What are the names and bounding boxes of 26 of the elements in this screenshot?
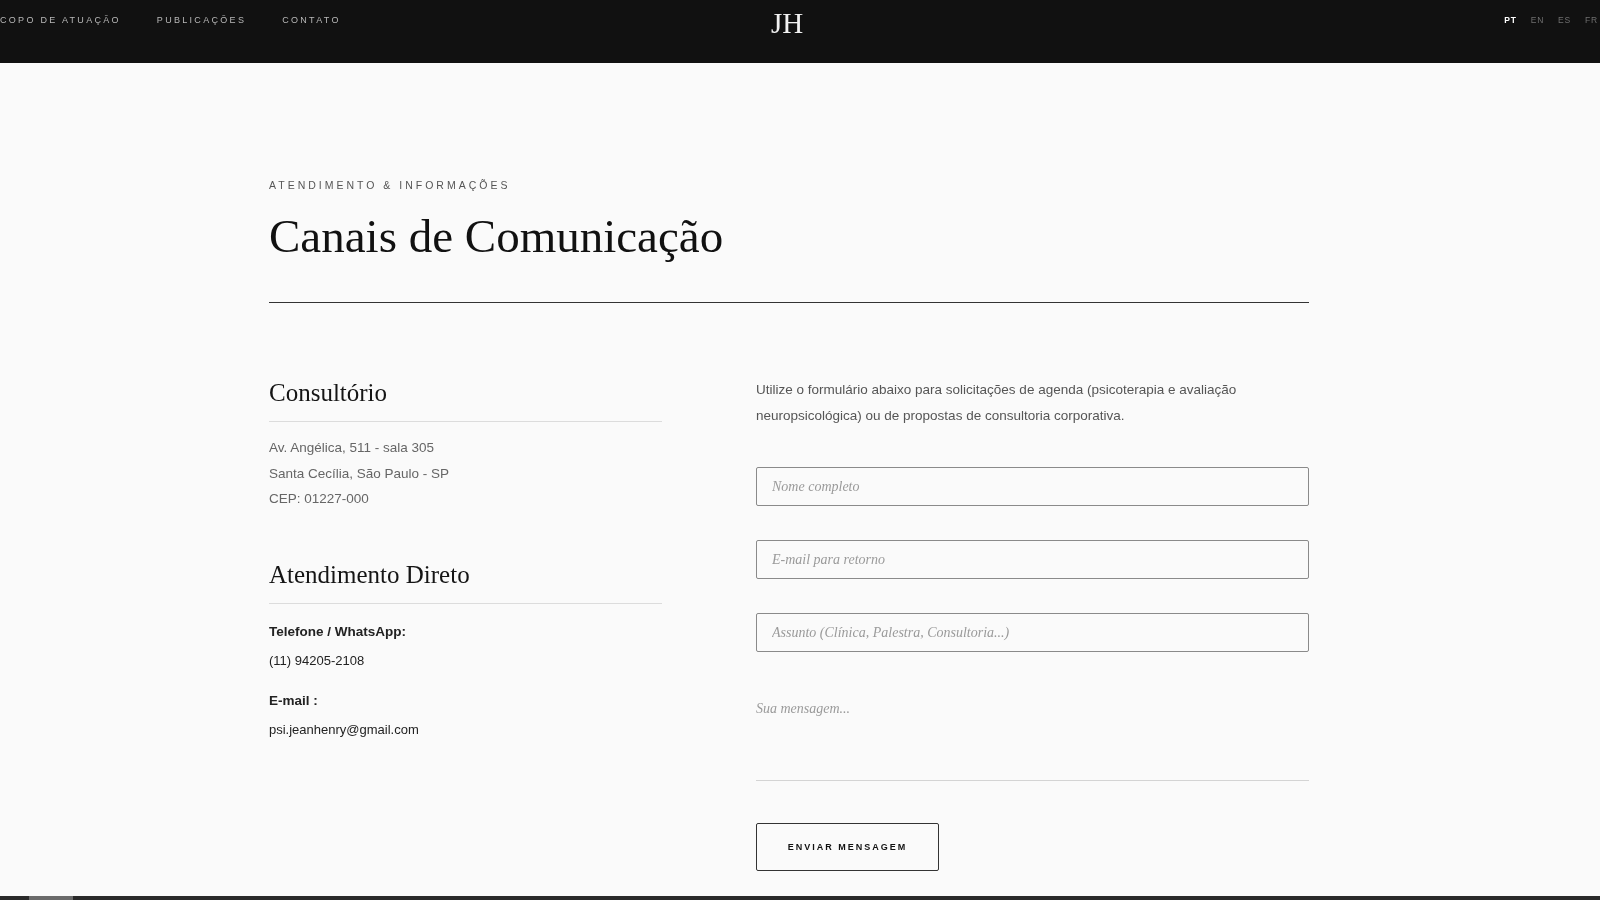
address-line: CEP: 01227-000 [269, 490, 370, 508]
section-title: Atendimento Direto [269, 559, 471, 590]
contact-value: (11) 94205-2108 [269, 651, 366, 670]
page-title: Canais de Comunicação [269, 209, 725, 264]
send-button[interactable]: ENVIAR MENSAGEM [756, 823, 939, 871]
language-link[interactable]: PT [1504, 14, 1517, 26]
input-field[interactable]: Nome completo [756, 467, 1309, 506]
input-field[interactable]: E-mail para retorno [756, 540, 1309, 579]
contact-label: E-mail : [269, 691, 319, 710]
form-intro-text: Utilize o formulário abaixo para solicitações de agenda (psicoterapia e avaliação neuropsicológica) ou de propostas de consultoria corporativa. [756, 381, 1238, 425]
contact-value: psi.jeanhenry@gmail.com [269, 720, 420, 739]
horizontal-scrollbar[interactable] [0, 896, 1600, 900]
nav-link[interactable]: CONTATO [282, 14, 341, 26]
language-link[interactable]: EN [1530, 14, 1545, 26]
language-link[interactable]: FR [1585, 14, 1598, 26]
nav-link[interactable]: PUBLICAÇÕES [156, 14, 247, 26]
address-line: Santa Cecília, São Paulo - SP [269, 464, 451, 483]
nav-link[interactable]: COPO DE ATUAÇÃO [0, 14, 121, 26]
language-link[interactable]: ES [1558, 14, 1572, 26]
contact-label: Telefone / WhatsApp: [269, 622, 407, 641]
section-eyebrow: ATENDIMENTO & INFORMAÇÕES [269, 178, 512, 192]
address-line: Av. Angélica, 511 - sala 305 [269, 439, 436, 457]
input-field[interactable]: Assunto (Clínica, Palestra, Consultoria...) [756, 613, 1309, 652]
logo[interactable]: JH [770, 0, 804, 39]
message-field[interactable]: Sua mensagem... [756, 691, 1309, 781]
section-title: Consultório [269, 378, 389, 408]
